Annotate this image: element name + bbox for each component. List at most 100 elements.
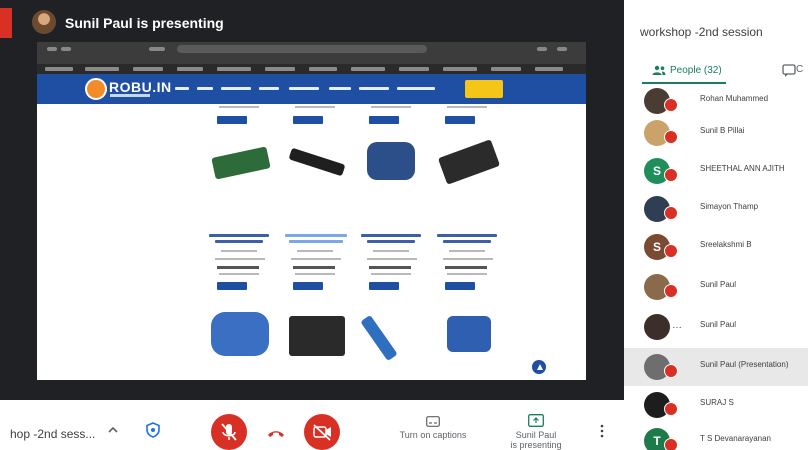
- camera-off-icon: [313, 424, 331, 441]
- add-to-cart-button: [217, 282, 247, 290]
- present-screen-icon: [528, 414, 544, 427]
- tab-people[interactable]: People (32): [642, 60, 726, 84]
- present-status-label: Sunil Paul is presenting: [506, 430, 566, 450]
- bookmark-item: [491, 67, 521, 71]
- muted-icon: [664, 130, 678, 144]
- logo-badge-icon: [85, 78, 107, 100]
- presenter-banner: Sunil Paul is presenting: [0, 0, 624, 44]
- participant-row[interactable]: S Sreelakshmi B: [624, 228, 808, 266]
- product-column: [435, 104, 505, 380]
- bookmark-item: [265, 67, 295, 71]
- participant-row[interactable]: Sunil Paul (Presentation): [624, 348, 808, 386]
- product-text: [371, 106, 411, 108]
- product-image: [367, 142, 415, 180]
- product-column: [283, 104, 353, 380]
- people-icon: [652, 65, 666, 75]
- product-text: [219, 106, 259, 108]
- product-price: [217, 266, 259, 269]
- bookmark-item: [443, 67, 477, 71]
- nav-link: [197, 87, 213, 90]
- nav-link: [259, 87, 279, 90]
- window-control-icon: [47, 47, 57, 51]
- product-title: [209, 234, 269, 237]
- product-text: [447, 273, 487, 275]
- participant-row[interactable]: S SHEETHAL ANN AJITH: [624, 152, 808, 190]
- captions-button[interactable]: Turn on captions: [398, 412, 468, 450]
- product-image: [211, 146, 271, 180]
- chevron-up-icon[interactable]: [107, 424, 119, 436]
- participant-row[interactable]: Sunil B Pillai: [624, 114, 808, 152]
- present-now-button[interactable]: Sunil Paul is presenting: [506, 410, 566, 450]
- leave-call-button[interactable]: [258, 414, 294, 450]
- present-label-line1: Sunil Paul: [515, 430, 557, 440]
- nav-link: [289, 87, 319, 90]
- avatar: [644, 314, 670, 340]
- chat-icon[interactable]: [782, 64, 796, 78]
- participant-name: Rohan Muhammed: [700, 94, 769, 103]
- meeting-details-label[interactable]: hop -2nd sess...: [10, 427, 95, 441]
- product-column: [359, 104, 429, 380]
- add-to-cart-button: [445, 282, 475, 290]
- tab-icon: [149, 47, 165, 51]
- product-image: [447, 316, 491, 352]
- chat-tab-label[interactable]: C: [796, 64, 803, 75]
- window-control-icon: [61, 47, 71, 51]
- product-price: [369, 266, 411, 269]
- bookmark-item: [133, 67, 163, 71]
- product-image: [437, 139, 501, 185]
- product-text: [295, 106, 335, 108]
- product-text: [219, 273, 259, 275]
- participant-row[interactable]: T T S Devanarayanan: [624, 422, 808, 450]
- captions-label: Turn on captions: [399, 430, 467, 440]
- product-text: [367, 258, 417, 260]
- product-text: [295, 273, 335, 275]
- participant-row[interactable]: Sunil Paul: [624, 268, 808, 306]
- product-image: [288, 147, 346, 177]
- bookmarks-bar: [37, 64, 586, 74]
- mic-off-icon: [221, 423, 237, 441]
- bookmark-item: [45, 67, 73, 71]
- bookmark-item: [535, 67, 563, 71]
- bookmark-item: [177, 67, 203, 71]
- product-column: [207, 104, 277, 380]
- participant-row[interactable]: Simayon Thamp: [624, 190, 808, 228]
- meet-window: Sunil Paul is presenting ROBU.IN hop -2n…: [0, 0, 808, 450]
- participant-name: Sunil B Pillai: [700, 126, 745, 135]
- muted-icon: [664, 364, 678, 378]
- nav-link: [175, 87, 189, 90]
- product-text: [371, 273, 411, 275]
- muted-icon: [664, 244, 678, 258]
- browser-tabs-bar: [37, 42, 586, 64]
- microphone-toggle-button[interactable]: [211, 414, 247, 450]
- product-title: [289, 240, 343, 243]
- product-text: [443, 258, 493, 260]
- present-label-line2: is presenting: [510, 440, 562, 450]
- participant-row[interactable]: SURAJ S: [624, 386, 808, 424]
- product-title: [215, 240, 263, 243]
- product-title: [443, 240, 491, 243]
- product-rating: [373, 250, 409, 252]
- product-image: [289, 316, 345, 356]
- product-rating: [221, 250, 257, 252]
- shield-icon[interactable]: [146, 422, 160, 438]
- camera-toggle-button[interactable]: [304, 414, 340, 450]
- product-price: [445, 266, 487, 269]
- more-options-icon[interactable]: [598, 424, 606, 438]
- participant-row[interactable]: … Sunil Paul: [624, 308, 808, 346]
- muted-icon: [664, 284, 678, 298]
- presenter-avatar: [32, 10, 56, 34]
- product-text: [291, 258, 341, 260]
- add-to-cart-button: [369, 282, 399, 290]
- cart-button: [465, 80, 503, 98]
- product-image: [211, 312, 269, 356]
- product-title: [285, 234, 347, 237]
- product-text: [447, 106, 487, 108]
- participant-name: Sunil Paul: [700, 280, 737, 289]
- product-title: [437, 234, 497, 237]
- add-to-cart-button: [293, 282, 323, 290]
- nav-link: [359, 87, 389, 90]
- logo-tagline: [110, 94, 150, 97]
- hang-up-icon: [268, 431, 284, 437]
- product-text: [215, 258, 265, 260]
- people-tab-label: People (32): [670, 65, 722, 76]
